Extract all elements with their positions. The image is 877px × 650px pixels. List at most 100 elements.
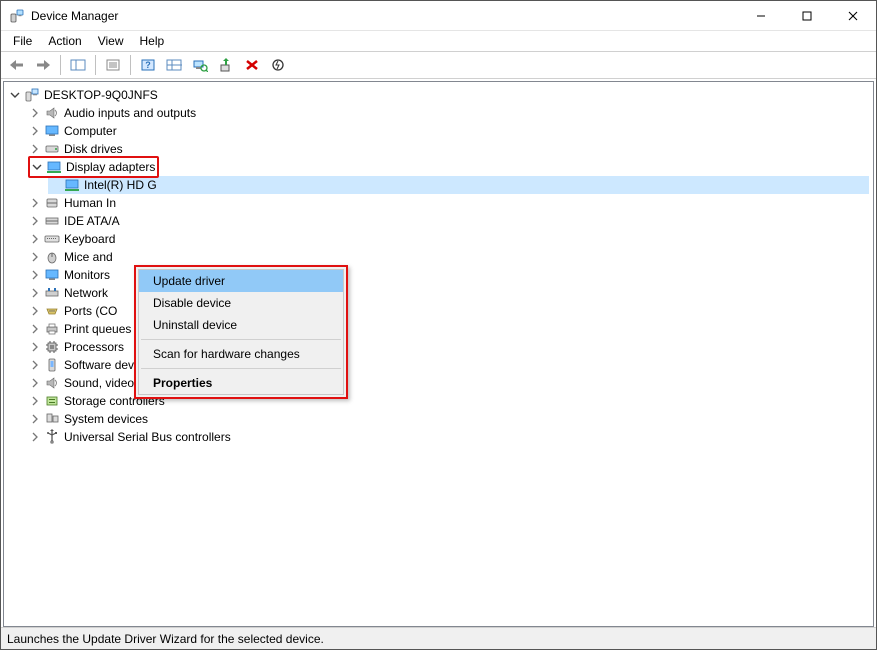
system-device-icon (44, 411, 60, 427)
collapse-arrow-icon[interactable] (28, 214, 42, 228)
audio-icon (44, 105, 60, 121)
context-menu-update-driver[interactable]: Update driver (139, 270, 343, 292)
monitor-icon (44, 123, 60, 139)
tree-node-system-devices[interactable]: System devices (28, 410, 869, 428)
collapse-arrow-icon[interactable] (28, 268, 42, 282)
menu-item-label: Update driver (153, 274, 225, 288)
close-button[interactable] (830, 1, 876, 30)
storage-icon (44, 393, 60, 409)
window-controls (738, 1, 876, 30)
context-menu-properties[interactable]: Properties (139, 372, 343, 394)
svg-text:?: ? (145, 60, 151, 70)
update-driver-button[interactable] (214, 54, 238, 76)
hid-icon (44, 195, 60, 211)
collapse-arrow-icon[interactable] (28, 412, 42, 426)
display-adapter-icon (46, 159, 62, 175)
tree-node-mice[interactable]: Mice and (28, 248, 869, 266)
printer-icon (44, 321, 60, 337)
collapse-arrow-icon[interactable] (28, 286, 42, 300)
context-menu-uninstall-device[interactable]: Uninstall device (139, 314, 343, 336)
menu-help[interactable]: Help (132, 32, 173, 50)
tree-node-label: Network (64, 284, 108, 302)
tree-node-hid[interactable]: Human In (28, 194, 869, 212)
status-text: Launches the Update Driver Wizard for th… (7, 632, 324, 646)
disk-icon (44, 141, 60, 157)
mouse-icon (44, 249, 60, 265)
context-menu-scan-hardware[interactable]: Scan for hardware changes (139, 343, 343, 365)
port-icon (44, 303, 60, 319)
collapse-arrow-icon[interactable] (28, 376, 42, 390)
properties-button[interactable] (101, 54, 125, 76)
tree-node-label: Display adapters (66, 158, 155, 176)
forward-button[interactable] (31, 54, 55, 76)
keyboard-icon (44, 231, 60, 247)
collapse-arrow-icon[interactable] (28, 394, 42, 408)
menu-action[interactable]: Action (40, 32, 89, 50)
menu-item-label: Properties (153, 376, 212, 390)
uninstall-device-button[interactable] (240, 54, 264, 76)
disable-device-button[interactable] (266, 54, 290, 76)
tree-node-usb-controllers[interactable]: Universal Serial Bus controllers (28, 428, 869, 446)
collapse-arrow-icon[interactable] (28, 196, 42, 210)
processor-icon (44, 339, 60, 355)
tree-node-ide[interactable]: IDE ATA/A (28, 212, 869, 230)
tree-node-display-adapters[interactable]: Display adapters (28, 158, 869, 176)
tree-node-intel-graphics[interactable]: Intel(R) HD G (48, 176, 869, 194)
collapse-arrow-icon[interactable] (28, 250, 42, 264)
collapse-arrow-icon[interactable] (28, 142, 42, 156)
toolbar-separator (130, 55, 131, 75)
toolbar-separator (60, 55, 61, 75)
network-icon (44, 285, 60, 301)
collapse-arrow-icon[interactable] (28, 430, 42, 444)
menu-separator (141, 368, 341, 369)
tree-node-label: System devices (64, 410, 148, 428)
scan-hardware-button[interactable] (188, 54, 212, 76)
software-device-icon (44, 357, 60, 373)
tree-node-label: Monitors (64, 266, 110, 284)
tree-node-label: Keyboard (64, 230, 115, 248)
collapse-arrow-icon[interactable] (28, 304, 42, 318)
tree-node-label: Intel(R) HD G (84, 176, 157, 194)
device-manager-window: Device Manager File Action View Help (0, 0, 877, 650)
tree-node-label: Audio inputs and outputs (64, 104, 196, 122)
maximize-button[interactable] (784, 1, 830, 30)
tree-node-audio[interactable]: Audio inputs and outputs (28, 104, 869, 122)
menu-bar: File Action View Help (1, 31, 876, 51)
display-adapter-icon (64, 177, 80, 193)
collapse-arrow-icon[interactable] (28, 124, 42, 138)
tree-node-keyboards[interactable]: Keyboard (28, 230, 869, 248)
show-hide-console-tree-button[interactable] (66, 54, 90, 76)
collapse-arrow-icon[interactable] (28, 358, 42, 372)
collapse-arrow-icon[interactable] (28, 232, 42, 246)
expand-arrow-icon[interactable] (30, 160, 44, 174)
action-list-button[interactable] (162, 54, 186, 76)
device-manager-icon (9, 8, 25, 24)
ide-icon (44, 213, 60, 229)
expand-arrow-icon[interactable] (8, 88, 22, 102)
menu-view[interactable]: View (90, 32, 132, 50)
menu-file[interactable]: File (5, 32, 40, 50)
tree-node-computer[interactable]: Computer (28, 122, 869, 140)
tree-node-label: IDE ATA/A (64, 212, 120, 230)
tree-node-label: Print queues (64, 320, 131, 338)
help-button[interactable]: ? (136, 54, 160, 76)
collapse-arrow-icon[interactable] (28, 322, 42, 336)
collapse-arrow-icon[interactable] (28, 340, 42, 354)
usb-icon (44, 429, 60, 445)
tree-root[interactable]: DESKTOP-9Q0JNFS (8, 86, 869, 104)
menu-item-label: Uninstall device (153, 318, 237, 332)
tree-node-label: Human In (64, 194, 116, 212)
tree-node-label: Processors (64, 338, 124, 356)
context-menu-disable-device[interactable]: Disable device (139, 292, 343, 314)
collapse-arrow-icon[interactable] (28, 106, 42, 120)
tree-node-label: Computer (64, 122, 117, 140)
audio-icon (44, 375, 60, 391)
minimize-button[interactable] (738, 1, 784, 30)
device-tree-container: DESKTOP-9Q0JNFS Audio inputs and outputs… (3, 81, 874, 627)
tree-node-label: DESKTOP-9Q0JNFS (44, 86, 158, 104)
computer-icon (24, 87, 40, 103)
status-bar: Launches the Update Driver Wizard for th… (1, 627, 876, 649)
context-menu: Update driver Disable device Uninstall d… (134, 265, 348, 399)
back-button[interactable] (5, 54, 29, 76)
tree-node-label: Mice and (64, 248, 113, 266)
